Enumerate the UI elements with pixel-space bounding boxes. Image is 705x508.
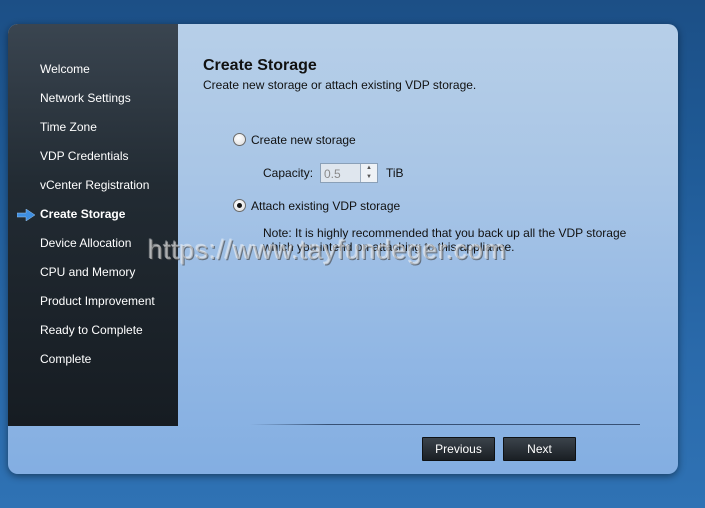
next-button[interactable]: Next: [503, 437, 576, 461]
sidebar-item-complete[interactable]: Complete: [40, 352, 91, 366]
sidebar-item-vdp-credentials[interactable]: VDP Credentials: [40, 149, 129, 163]
capacity-unit: TiB: [386, 166, 404, 180]
sidebar-item-welcome[interactable]: Welcome: [40, 62, 90, 76]
wizard-sidebar: Welcome Network Settings Time Zone VDP C…: [8, 24, 178, 426]
capacity-value[interactable]: 0.5: [324, 167, 341, 181]
sidebar-item-ready-to-complete[interactable]: Ready to Complete: [40, 323, 143, 337]
sidebar-item-time-zone[interactable]: Time Zone: [40, 120, 97, 134]
stepper-buttons: ▲ ▼: [360, 164, 377, 182]
sidebar-item-device-allocation[interactable]: Device Allocation: [40, 236, 131, 250]
footer-divider: [250, 424, 640, 425]
sidebar-item-vcenter-registration[interactable]: vCenter Registration: [40, 178, 149, 192]
sidebar-item-product-improvement[interactable]: Product Improvement: [40, 294, 155, 308]
previous-button[interactable]: Previous: [422, 437, 495, 461]
capacity-stepper[interactable]: 0.5 ▲ ▼: [320, 163, 378, 183]
chevron-down-icon[interactable]: ▼: [361, 173, 377, 182]
sidebar-item-network-settings[interactable]: Network Settings: [40, 91, 131, 105]
page-title: Create Storage: [203, 57, 317, 74]
attach-existing-storage-label[interactable]: Attach existing VDP storage: [251, 199, 400, 213]
radio-selected-dot: [237, 203, 242, 208]
sidebar-item-cpu-and-memory[interactable]: CPU and Memory: [40, 265, 135, 279]
attach-existing-storage-radio[interactable]: [233, 199, 246, 212]
current-step-arrow-icon: [17, 209, 35, 221]
sidebar-item-create-storage[interactable]: Create Storage: [40, 207, 125, 221]
watermark: https://www.tayfundeger.com: [148, 235, 507, 265]
create-new-storage-radio[interactable]: [233, 133, 246, 146]
page-subtitle: Create new storage or attach existing VD…: [203, 78, 477, 92]
create-new-storage-label[interactable]: Create new storage: [251, 133, 356, 147]
capacity-label: Capacity:: [263, 166, 314, 180]
